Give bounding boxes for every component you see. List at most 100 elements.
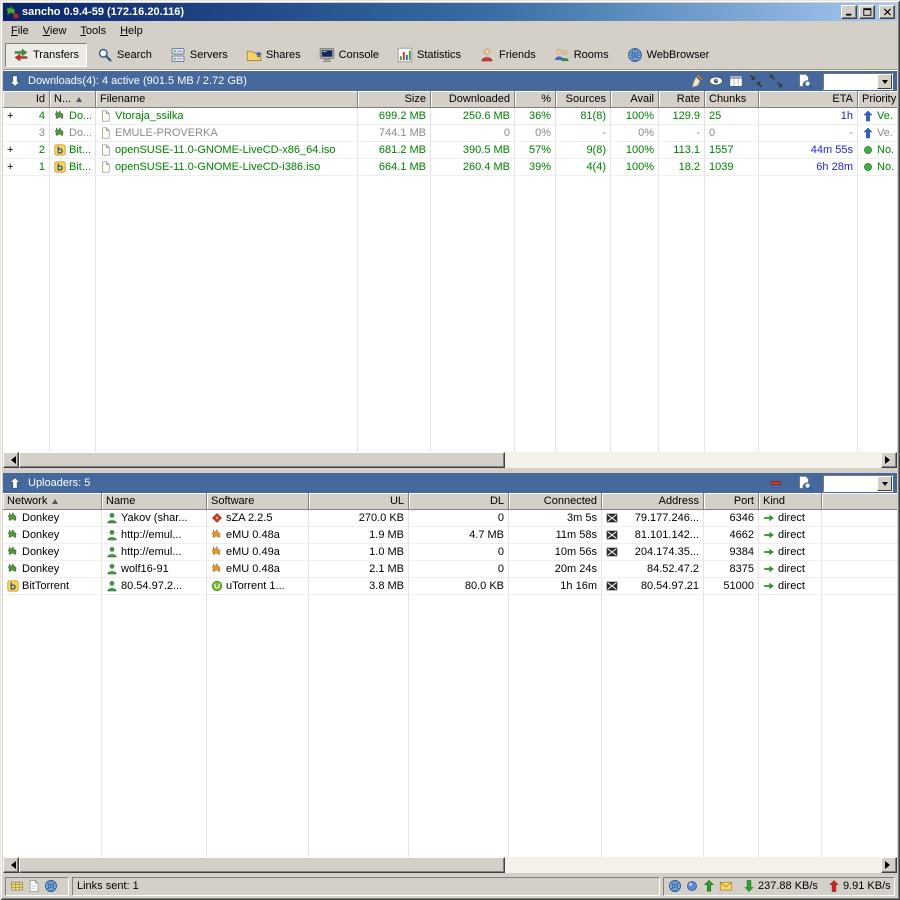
download-row-cell-rate: - — [659, 125, 705, 142]
uploader-row-3[interactable]: Donkey http://emul... eMU 0.49a 1.0 MB 0 10m … — [3, 544, 897, 561]
download-row-3[interactable]: +2 Bit... openSUSE-11.0-GNOME-LiveCD-x86_6… — [3, 142, 897, 159]
combobox-dropdown-button[interactable] — [877, 73, 892, 89]
column-header-rate[interactable]: Rate — [659, 91, 705, 108]
remove-button[interactable] — [767, 475, 785, 492]
column-header-id[interactable]: Id — [3, 91, 50, 108]
tab-console[interactable]: Console — [311, 43, 387, 67]
column-header-network[interactable]: Network — [3, 493, 102, 510]
tab-search[interactable]: Search — [89, 43, 160, 67]
download-row-4[interactable]: +1 Bit... openSUSE-11.0-GNOME-LiveCD-i386.… — [3, 159, 897, 176]
uploader-row-4[interactable]: Donkey wolf16-91 eMU 0.48a 2.1 MB 0 20m 24s 84… — [3, 561, 897, 578]
columns-button[interactable] — [727, 73, 745, 90]
column-header-kind[interactable]: Kind — [759, 493, 822, 510]
column-header-filename[interactable]: Filename — [96, 91, 358, 108]
direct-icon — [763, 563, 775, 575]
collapse-all-button[interactable] — [747, 73, 765, 90]
tab-webbrowser[interactable]: WebBrowser — [619, 43, 718, 67]
filter-button[interactable] — [796, 73, 814, 90]
direct-icon — [763, 529, 775, 541]
donkey-icon — [7, 563, 19, 575]
uploader-row-cell-name: 80.54.97.2... — [102, 578, 207, 595]
column-label: N... — [54, 93, 72, 105]
downloads-filter-combobox[interactable] — [823, 72, 893, 90]
expand-all-button[interactable] — [767, 73, 785, 90]
scroll-right-button[interactable] — [881, 857, 897, 873]
column-label: Id — [35, 93, 45, 105]
uploader-row-1[interactable]: Donkey Yakov (shar... sZA 2.2.5 270.0 KB 0 3m… — [3, 510, 897, 527]
download-row-cell-id: +2 — [3, 142, 50, 159]
tab-rooms[interactable]: Rooms — [546, 43, 617, 67]
column-header-name[interactable]: Name — [102, 493, 207, 510]
column-header-eta[interactable]: ETA — [759, 91, 858, 108]
tab-servers[interactable]: Servers — [162, 43, 236, 67]
column-label: UL — [389, 495, 404, 507]
scroll-left-button[interactable] — [3, 857, 19, 873]
file-icon — [100, 144, 112, 156]
servers-icon — [170, 47, 186, 63]
scroll-right-button[interactable] — [881, 452, 897, 468]
tab-statistics[interactable]: Statistics — [389, 43, 469, 67]
column-header-chunks[interactable]: Chunks — [705, 91, 759, 108]
column-header-port[interactable]: Port — [704, 493, 759, 510]
column-label: Address — [658, 495, 699, 507]
column-header-sources[interactable]: Sources — [556, 91, 611, 108]
scroll-track[interactable] — [19, 857, 881, 873]
tab-friends[interactable]: Friends — [471, 43, 544, 67]
column-header-priority[interactable]: Priority — [858, 91, 897, 108]
uploader-row-cell-network: Donkey — [3, 561, 102, 578]
download-row-1[interactable]: +4 Do... Vtoraja_ssilka 699.2 MB 250.6 MB 36%… — [3, 108, 897, 125]
column-header-downloaded[interactable]: Downloaded — [431, 91, 515, 108]
tab-label: Friends — [499, 49, 536, 61]
download-row-cell-id: 3 — [3, 125, 50, 142]
column-label: Size — [404, 93, 426, 105]
uploader-row-cell-kind: direct — [759, 510, 822, 527]
column-header-avail[interactable]: Avail — [611, 91, 659, 108]
download-row-cell-chunks: 0 — [705, 125, 759, 142]
uploader-row-cell-port: 4662 — [704, 527, 759, 544]
expand-toggle[interactable]: + — [7, 161, 17, 173]
downloads-hscrollbar[interactable] — [3, 452, 897, 468]
cleanup-button[interactable] — [687, 73, 705, 90]
download-row-cell-filename: openSUSE-11.0-GNOME-LiveCD-x86_64.iso — [96, 142, 358, 159]
globe-icon — [44, 879, 58, 893]
column-header-connected[interactable]: Connected — [509, 493, 602, 510]
column-header-address[interactable]: Address — [602, 493, 704, 510]
maximize-button[interactable] — [859, 5, 875, 19]
combobox-dropdown-button[interactable] — [877, 475, 892, 491]
column-header-software[interactable]: Software — [207, 493, 309, 510]
column-label: Downloaded — [448, 93, 510, 105]
close-button[interactable] — [879, 5, 895, 19]
uploaders-filter-combobox[interactable] — [823, 474, 893, 492]
column-label: Port — [733, 495, 754, 507]
uploader-row-5[interactable]: BitTorrent 80.54.97.2... uTorrent 1... 3.8 … — [3, 578, 897, 595]
column-header-network[interactable]: N... — [50, 91, 96, 108]
menu-help[interactable]: Help — [113, 22, 150, 40]
person-icon — [106, 563, 118, 575]
uploaders-hscrollbar[interactable] — [3, 857, 897, 873]
menu-view[interactable]: View — [36, 22, 74, 40]
scroll-thumb[interactable] — [19, 452, 505, 468]
column-header-dl[interactable]: DL — [409, 493, 509, 510]
upload-icon — [702, 879, 716, 893]
expand-toggle[interactable]: + — [7, 144, 17, 156]
uploader-row-cell-ul: 1.0 MB — [309, 544, 409, 561]
preview-button[interactable] — [707, 73, 725, 90]
menu-tools[interactable]: Tools — [73, 22, 113, 40]
expand-toggle[interactable]: + — [7, 110, 17, 122]
filter-button[interactable] — [796, 475, 814, 492]
scroll-track[interactable] — [19, 452, 881, 468]
download-row-cell-eta: 44m 55s — [759, 142, 858, 159]
tab-shares[interactable]: Shares — [238, 43, 309, 67]
download-row-2[interactable]: 3 Do... EMULE-PROVERKA 744.1 MB 0 0% -0% -0- Ve.… — [3, 125, 897, 142]
menu-file[interactable]: File — [4, 22, 36, 40]
column-header-percent[interactable]: % — [515, 91, 556, 108]
tab-transfers[interactable]: Transfers — [5, 43, 88, 67]
minimize-button[interactable] — [841, 5, 857, 19]
shareaza-icon — [211, 512, 223, 524]
scroll-left-button[interactable] — [3, 452, 19, 468]
uploader-row-cell-network: Donkey — [3, 544, 102, 561]
scroll-thumb[interactable] — [19, 857, 505, 873]
column-header-size[interactable]: Size — [358, 91, 431, 108]
uploader-row-2[interactable]: Donkey http://emul... eMU 0.48a 1.9 MB 4.7 M… — [3, 527, 897, 544]
column-header-ul[interactable]: UL — [309, 493, 409, 510]
